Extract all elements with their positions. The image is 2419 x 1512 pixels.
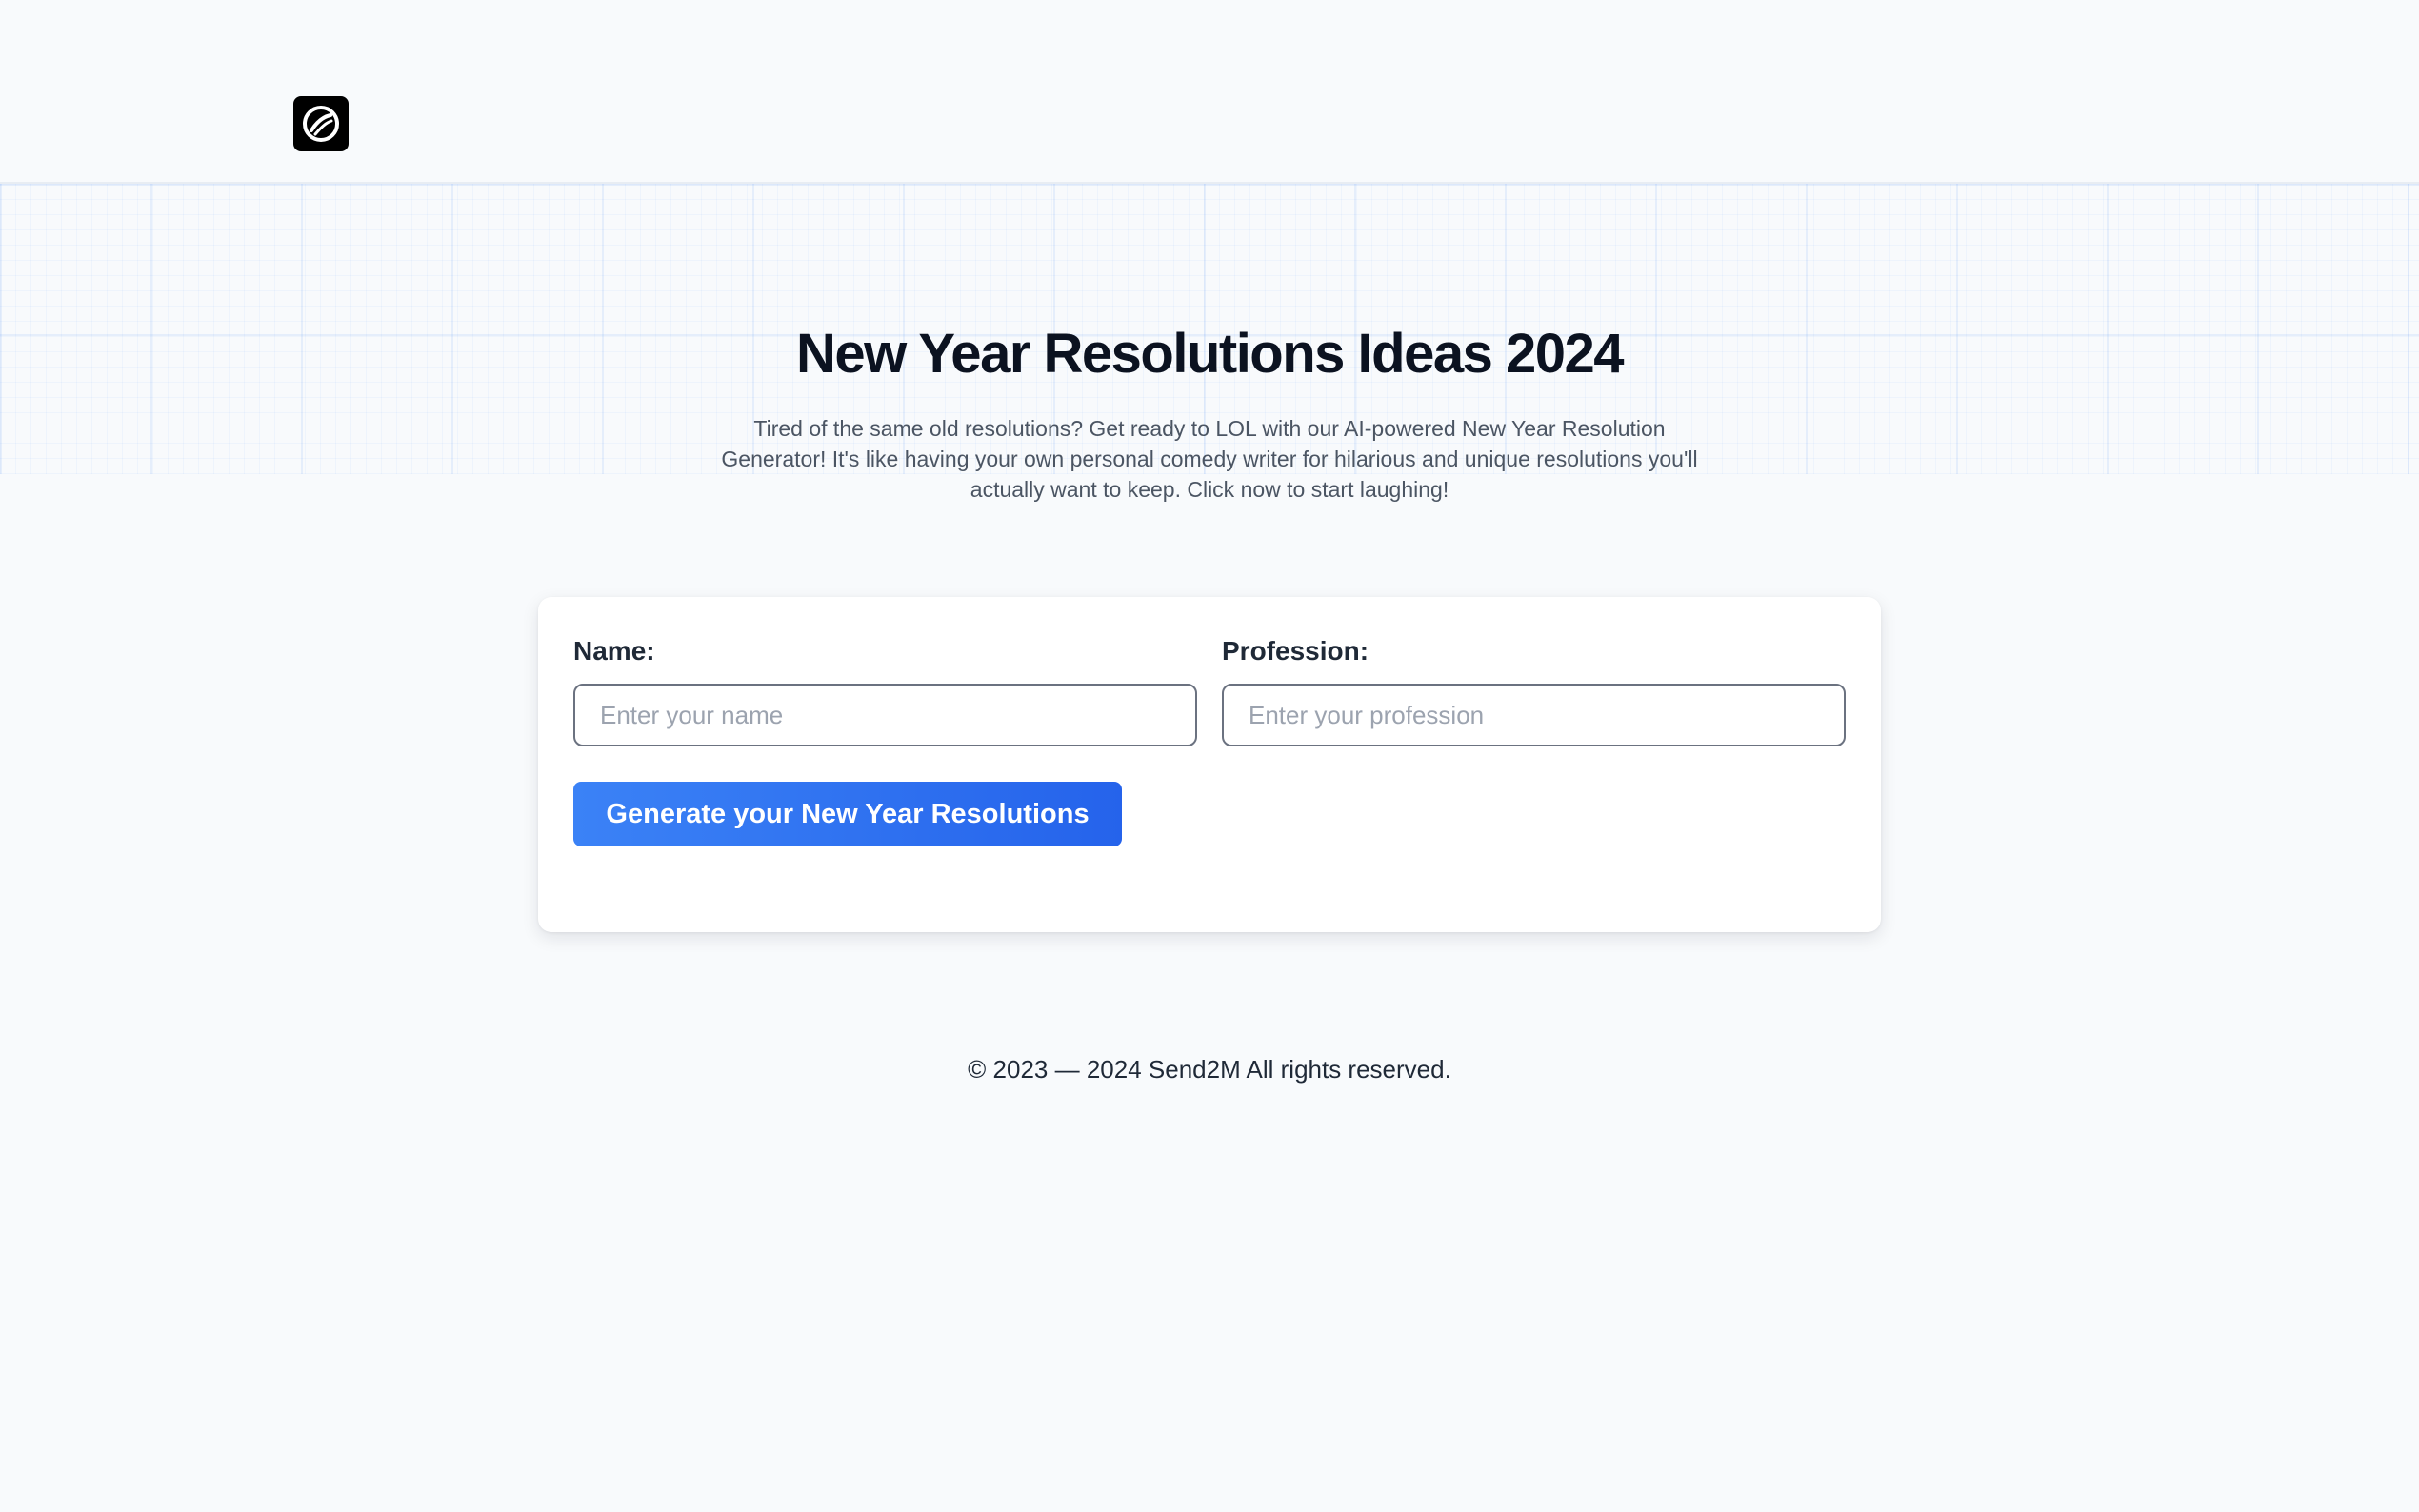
footer-copyright: © 2023 — 2024 Send2M All rights reserved… — [968, 1055, 1451, 1084]
generate-resolutions-button[interactable]: Generate your New Year Resolutions — [573, 782, 1122, 846]
page-subtitle: Tired of the same old resolutions? Get r… — [721, 416, 1698, 502]
name-label: Name: — [573, 636, 655, 666]
name-input[interactable] — [573, 684, 1197, 746]
logo-link[interactable] — [293, 96, 349, 151]
resolution-form-card: Name: Profession: Generate your New Year… — [538, 597, 1881, 932]
page-title: New Year Resolutions Ideas 2024 — [796, 323, 1625, 385]
site-header — [0, 0, 2419, 184]
profession-input[interactable] — [1222, 684, 1846, 746]
circle-slash-icon — [303, 106, 339, 142]
profession-label: Profession: — [1222, 636, 1369, 666]
